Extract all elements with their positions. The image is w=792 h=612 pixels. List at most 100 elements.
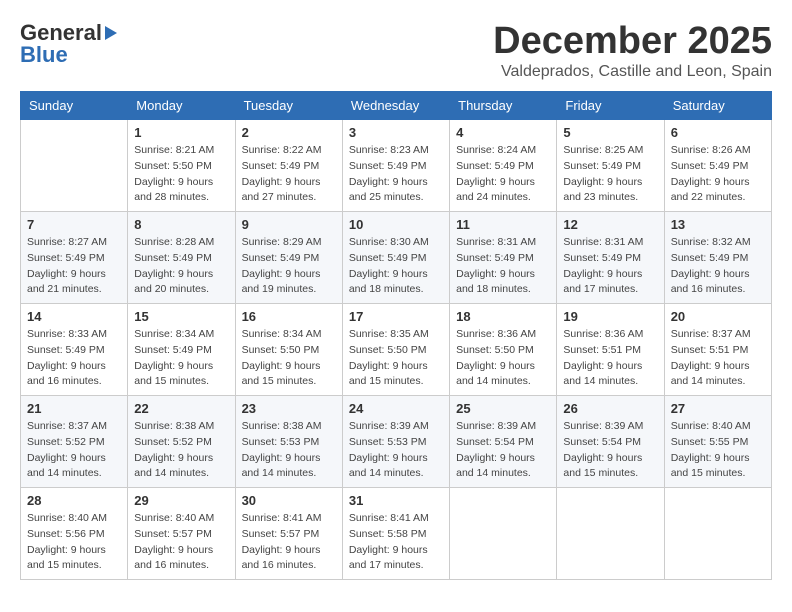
- day-info: Sunrise: 8:30 AM Sunset: 5:49 PM Dayligh…: [349, 235, 443, 298]
- calendar-cell: [450, 488, 557, 580]
- day-info: Sunrise: 8:34 AM Sunset: 5:50 PM Dayligh…: [242, 327, 336, 390]
- calendar-cell: 18Sunrise: 8:36 AM Sunset: 5:50 PM Dayli…: [450, 304, 557, 396]
- day-info: Sunrise: 8:25 AM Sunset: 5:49 PM Dayligh…: [563, 143, 657, 206]
- week-row-1: 1 Sunrise: 8:21 AM Sunset: 5:50 PM Daylig…: [21, 120, 772, 212]
- day-info: Sunrise: 8:35 AM Sunset: 5:50 PM Dayligh…: [349, 327, 443, 390]
- day-number: 26: [563, 401, 657, 416]
- day-number: 9: [242, 217, 336, 232]
- day-info: Sunrise: 8:23 AM Sunset: 5:49 PM Dayligh…: [349, 143, 443, 206]
- day-number: 27: [671, 401, 765, 416]
- calendar-cell: 25Sunrise: 8:39 AM Sunset: 5:54 PM Dayli…: [450, 396, 557, 488]
- day-number: 15: [134, 309, 228, 324]
- day-info: Sunrise: 8:27 AM Sunset: 5:49 PM Dayligh…: [27, 235, 121, 298]
- week-row-2: 7 Sunrise: 8:27 AM Sunset: 5:49 PM Daylig…: [21, 212, 772, 304]
- calendar-cell: 24 Sunrise: 8:39 AM Sunset: 5:53 PM Dayli…: [342, 396, 449, 488]
- calendar-cell: 2Sunrise: 8:22 AM Sunset: 5:49 PM Daylig…: [235, 120, 342, 212]
- weekday-header-sunday: Sunday: [21, 92, 128, 120]
- day-info: Sunrise: 8:21 AM Sunset: 5:50 PM Dayligh…: [134, 143, 228, 206]
- day-number: 4: [456, 125, 550, 140]
- weekday-header-monday: Monday: [128, 92, 235, 120]
- day-info: Sunrise: 8:38 AM Sunset: 5:53 PM Dayligh…: [242, 419, 336, 482]
- day-info: Sunrise: 8:34 AM Sunset: 5:49 PM Dayligh…: [134, 327, 228, 390]
- month-title: December 2025: [493, 20, 772, 63]
- day-info: Sunrise: 8:29 AM Sunset: 5:49 PM Dayligh…: [242, 235, 336, 298]
- day-info: Sunrise: 8:33 AM Sunset: 5:49 PM Dayligh…: [27, 327, 121, 390]
- day-info: Sunrise: 8:41 AM Sunset: 5:57 PM Dayligh…: [242, 511, 336, 574]
- day-number: 12: [563, 217, 657, 232]
- day-info: Sunrise: 8:36 AM Sunset: 5:51 PM Dayligh…: [563, 327, 657, 390]
- location-title: Valdeprados, Castille and Leon, Spain: [493, 63, 772, 81]
- logo: General Blue: [20, 20, 119, 68]
- day-info: Sunrise: 8:40 AM Sunset: 5:57 PM Dayligh…: [134, 511, 228, 574]
- calendar-table: SundayMondayTuesdayWednesdayThursdayFrid…: [20, 91, 772, 580]
- title-block: December 2025 Valdeprados, Castille and …: [493, 20, 772, 81]
- week-row-3: 14 Sunrise: 8:33 AM Sunset: 5:49 PM Dayli…: [21, 304, 772, 396]
- day-number: 30: [242, 493, 336, 508]
- calendar-cell: 15 Sunrise: 8:34 AM Sunset: 5:49 PM Dayli…: [128, 304, 235, 396]
- calendar-cell: 1 Sunrise: 8:21 AM Sunset: 5:50 PM Daylig…: [128, 120, 235, 212]
- week-row-4: 21 Sunrise: 8:37 AM Sunset: 5:52 PM Dayli…: [21, 396, 772, 488]
- day-number: 8: [134, 217, 228, 232]
- day-info: Sunrise: 8:37 AM Sunset: 5:51 PM Dayligh…: [671, 327, 765, 390]
- day-number: 2: [242, 125, 336, 140]
- calendar-cell: 27 Sunrise: 8:40 AM Sunset: 5:55 PM Dayli…: [664, 396, 771, 488]
- weekday-header-friday: Friday: [557, 92, 664, 120]
- day-info: Sunrise: 8:40 AM Sunset: 5:55 PM Dayligh…: [671, 419, 765, 482]
- calendar-cell: 31 Sunrise: 8:41 AM Sunset: 5:58 PM Dayli…: [342, 488, 449, 580]
- day-number: 14: [27, 309, 121, 324]
- day-info: Sunrise: 8:31 AM Sunset: 5:49 PM Dayligh…: [563, 235, 657, 298]
- logo-blue: Blue: [20, 42, 68, 68]
- calendar-cell: 28Sunrise: 8:40 AM Sunset: 5:56 PM Dayli…: [21, 488, 128, 580]
- day-info: Sunrise: 8:37 AM Sunset: 5:52 PM Dayligh…: [27, 419, 121, 482]
- day-number: 19: [563, 309, 657, 324]
- calendar-cell: 30 Sunrise: 8:41 AM Sunset: 5:57 PM Dayli…: [235, 488, 342, 580]
- day-number: 3: [349, 125, 443, 140]
- calendar-cell: 4 Sunrise: 8:24 AM Sunset: 5:49 PM Daylig…: [450, 120, 557, 212]
- day-info: Sunrise: 8:28 AM Sunset: 5:49 PM Dayligh…: [134, 235, 228, 298]
- calendar-cell: 23 Sunrise: 8:38 AM Sunset: 5:53 PM Dayli…: [235, 396, 342, 488]
- day-number: 29: [134, 493, 228, 508]
- day-number: 16: [242, 309, 336, 324]
- weekday-header-thursday: Thursday: [450, 92, 557, 120]
- day-info: Sunrise: 8:26 AM Sunset: 5:49 PM Dayligh…: [671, 143, 765, 206]
- day-number: 21: [27, 401, 121, 416]
- day-number: 10: [349, 217, 443, 232]
- day-info: Sunrise: 8:41 AM Sunset: 5:58 PM Dayligh…: [349, 511, 443, 574]
- calendar-cell: 22Sunrise: 8:38 AM Sunset: 5:52 PM Dayli…: [128, 396, 235, 488]
- calendar-cell: 20Sunrise: 8:37 AM Sunset: 5:51 PM Dayli…: [664, 304, 771, 396]
- page-header: General Blue December 2025 Valdeprados, …: [20, 20, 772, 81]
- day-number: 28: [27, 493, 121, 508]
- calendar-cell: 16 Sunrise: 8:34 AM Sunset: 5:50 PM Dayli…: [235, 304, 342, 396]
- day-number: 24: [349, 401, 443, 416]
- calendar-cell: [557, 488, 664, 580]
- day-number: 23: [242, 401, 336, 416]
- calendar-cell: [664, 488, 771, 580]
- day-number: 18: [456, 309, 550, 324]
- calendar-cell: 13Sunrise: 8:32 AM Sunset: 5:49 PM Dayli…: [664, 212, 771, 304]
- day-info: Sunrise: 8:39 AM Sunset: 5:54 PM Dayligh…: [456, 419, 550, 482]
- calendar-cell: 14 Sunrise: 8:33 AM Sunset: 5:49 PM Dayli…: [21, 304, 128, 396]
- day-number: 6: [671, 125, 765, 140]
- calendar-cell: 21 Sunrise: 8:37 AM Sunset: 5:52 PM Dayli…: [21, 396, 128, 488]
- day-info: Sunrise: 8:31 AM Sunset: 5:49 PM Dayligh…: [456, 235, 550, 298]
- calendar-cell: 5 Sunrise: 8:25 AM Sunset: 5:49 PM Daylig…: [557, 120, 664, 212]
- weekday-header-row: SundayMondayTuesdayWednesdayThursdayFrid…: [21, 92, 772, 120]
- calendar-cell: 26Sunrise: 8:39 AM Sunset: 5:54 PM Dayli…: [557, 396, 664, 488]
- weekday-header-tuesday: Tuesday: [235, 92, 342, 120]
- calendar-cell: 3 Sunrise: 8:23 AM Sunset: 5:49 PM Daylig…: [342, 120, 449, 212]
- logo-arrow-icon: [105, 26, 117, 40]
- week-row-5: 28Sunrise: 8:40 AM Sunset: 5:56 PM Dayli…: [21, 488, 772, 580]
- day-number: 22: [134, 401, 228, 416]
- day-number: 7: [27, 217, 121, 232]
- day-info: Sunrise: 8:39 AM Sunset: 5:53 PM Dayligh…: [349, 419, 443, 482]
- day-number: 11: [456, 217, 550, 232]
- day-info: Sunrise: 8:24 AM Sunset: 5:49 PM Dayligh…: [456, 143, 550, 206]
- day-number: 31: [349, 493, 443, 508]
- day-number: 5: [563, 125, 657, 140]
- weekday-header-wednesday: Wednesday: [342, 92, 449, 120]
- day-number: 1: [134, 125, 228, 140]
- day-number: 13: [671, 217, 765, 232]
- calendar-cell: 7 Sunrise: 8:27 AM Sunset: 5:49 PM Daylig…: [21, 212, 128, 304]
- day-number: 17: [349, 309, 443, 324]
- calendar-cell: 11 Sunrise: 8:31 AM Sunset: 5:49 PM Dayli…: [450, 212, 557, 304]
